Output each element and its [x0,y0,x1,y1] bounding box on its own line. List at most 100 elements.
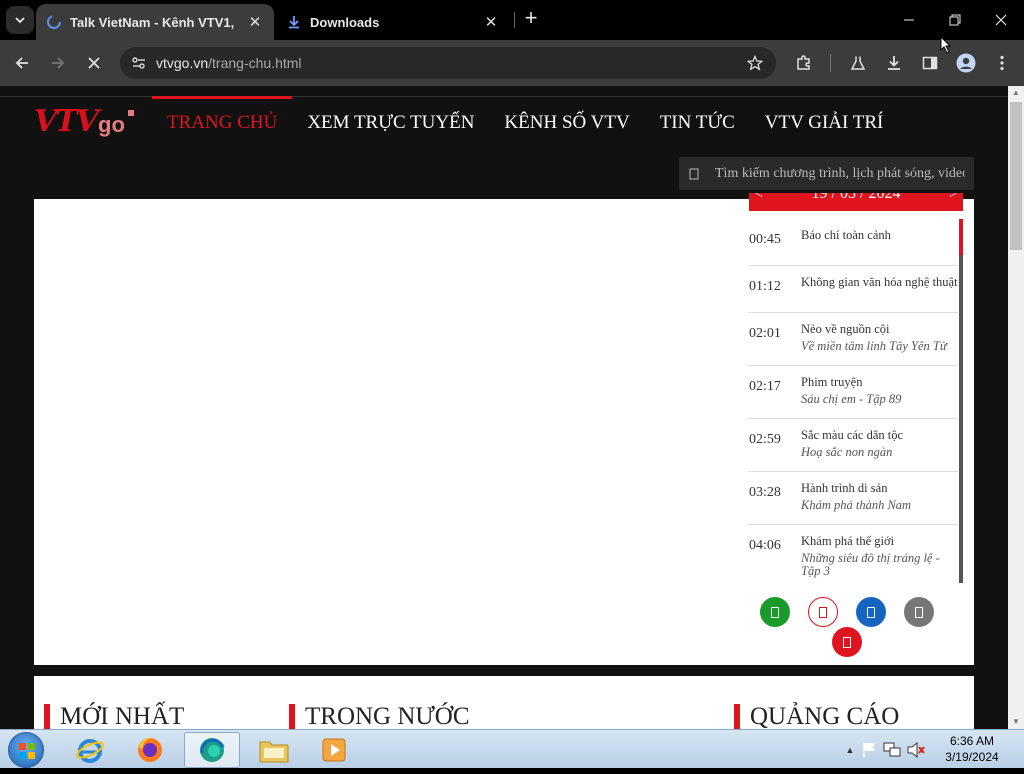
tab-separator [514,12,515,28]
nav-item-tin-tuc[interactable]: TIN TỨC [645,96,750,146]
site-header: VTV go TRANG CHỦ XEM TRỰC TUYẾN KÊNH SỐ … [0,86,1008,198]
loading-spinner-icon [46,14,62,30]
browser-tab-strip: Talk VietNam - Kênh VTV1, ✕ Downloads ✕ … [0,0,1024,40]
player-panel: < 19 / 03 / 2024 > 00:45 Báo chí toàn cả… [34,193,974,665]
schedule-next-button[interactable]: > [949,193,957,203]
tray-expand-icon[interactable]: ▲ [840,745,860,755]
taskbar-firefox[interactable] [122,732,178,768]
system-tray: ▲ [840,730,926,769]
windows-logo-icon [19,743,35,759]
edge-icon [200,738,225,762]
media-player-icon [322,738,346,762]
schedule-scroll-thumb[interactable] [959,219,963,255]
close-tab-icon[interactable]: ✕ [482,13,500,31]
schedule-scrollbar[interactable] [959,219,963,583]
back-button[interactable] [8,49,36,77]
section-title-trong-nuoc[interactable]: TRONG NƯỚC [289,704,470,729]
internet-explorer-icon [76,739,104,763]
share-red-button[interactable] [832,627,862,657]
download-icon [286,14,302,30]
schedule-time: 01:12 [749,279,781,294]
new-tab-button[interactable]: + [520,7,542,30]
search-input[interactable] [715,165,965,182]
schedule-item[interactable]: 02:59 Sắc màu các dân tộc Hoạ sắc non ng… [748,419,958,472]
menu-button[interactable] [988,49,1016,77]
scroll-up-icon[interactable]: ▲ [1008,86,1024,100]
stop-button[interactable] [80,49,108,77]
close-tab-icon[interactable]: ✕ [246,13,264,31]
schedule-item[interactable]: 03:28 Hành trình di sản Khám phá thành N… [748,472,958,525]
vtvgo-logo[interactable]: VTV go [34,104,140,140]
forward-button[interactable] [44,49,72,77]
address-bar[interactable]: vtvgo.vn/trang-chu.html [120,47,776,79]
site-settings-icon[interactable] [124,48,154,78]
schedule-item[interactable]: 01:12 Không gian văn hóa nghệ thuật [748,266,958,313]
share-outline-red-button[interactable] [808,597,838,627]
taskbar-media-player[interactable] [306,732,362,768]
schedule-time: 02:59 [749,432,781,447]
schedule-date: 19 / 03 / 2024 [811,193,901,202]
share-blue-button[interactable] [856,597,886,627]
schedule-item[interactable]: 04:06 Khám phá thế giới Những siêu đô th… [748,525,958,583]
section-title-moi-nhat[interactable]: MỚI NHẤT [44,704,184,729]
tab-downloads[interactable]: Downloads ✕ [276,4,510,40]
flask-icon [850,56,866,70]
schedule-time: 04:06 [749,538,781,553]
nav-item-vtv-giai-tri[interactable]: VTV GIẢI TRÍ [750,96,899,146]
kebab-menu-icon [1000,55,1004,71]
schedule-item[interactable]: 02:01 Nẻo về nguồn cội Về miền tâm linh … [748,313,958,366]
taskbar-clock[interactable]: 6:36 AM 3/19/2024 [930,733,1014,765]
browser-toolbar: vtvgo.vn/trang-chu.html [0,40,1024,86]
schedule-episode: Khám phá thành Nam [801,498,912,512]
page-scrollbar[interactable]: ▲ ▼ [1008,86,1024,729]
scroll-down-icon[interactable]: ▼ [1008,715,1024,729]
nav-item-kenh-so-vtv[interactable]: KÊNH SỐ VTV [489,96,644,146]
tab-search-button[interactable] [6,6,34,34]
start-button[interactable] [8,732,44,768]
schedule-program: Không gian văn hóa nghệ thuật [801,275,958,289]
taskbar-file-explorer[interactable] [246,732,302,768]
schedule-program: Sắc màu các dân tộc [801,428,904,442]
labs-button[interactable] [844,49,872,77]
schedule-time: 02:01 [749,326,781,341]
schedule-time: 03:28 [749,485,781,500]
schedule-program: Hành trình di sản [801,481,888,495]
schedule-program: Khám phá thế giới [801,534,895,548]
restore-icon [949,14,961,26]
minimize-button[interactable] [886,0,932,40]
schedule-episode: Về miền tâm linh Tây Yên Tử [801,339,947,353]
avatar-icon [956,53,976,73]
volume-muted-icon[interactable] [906,741,926,759]
close-icon [995,14,1007,26]
profile-button[interactable] [952,49,980,77]
tab-title: Talk VietNam - Kênh VTV1, [70,14,235,30]
page-viewport: VTV go TRANG CHỦ XEM TRỰC TUYẾN KÊNH SỐ … [0,86,1008,729]
restore-button[interactable] [932,0,978,40]
schedule-item[interactable]: 00:45 Báo chí toàn cảnh [748,219,958,266]
logo-main-text: VTV [34,104,99,139]
network-icon[interactable] [882,741,902,759]
news-panel: MỚI NHẤT TRONG NƯỚC QUẢNG CÁO [34,676,974,729]
tab-vtvgo[interactable]: Talk VietNam - Kênh VTV1, ✕ [36,4,274,40]
clock-date: 3/19/2024 [945,750,999,764]
share-gray-button[interactable] [904,597,934,627]
search-icon[interactable] [679,157,709,190]
nav-item-xem-truc-tuyen[interactable]: XEM TRỰC TUYẾN [292,96,489,146]
bookmark-star-icon[interactable] [742,50,768,76]
nav-item-trang-chu[interactable]: TRANG CHỦ [152,96,293,146]
url-path: /trang-chu.html [208,55,302,71]
schedule-episode: Hoạ sắc non ngàn [801,445,893,459]
extensions-button[interactable] [790,49,818,77]
taskbar-edge[interactable] [184,732,240,768]
close-window-button[interactable] [978,0,1024,40]
share-green-button[interactable] [760,597,790,627]
action-center-flag-icon[interactable] [860,741,878,759]
schedule-item[interactable]: 02:17 Phim truyện Sáu chị em - Tập 89 [748,366,958,419]
page-scroll-thumb[interactable] [1010,102,1022,250]
taskbar-internet-explorer[interactable] [62,732,118,768]
main-nav: TRANG CHỦ XEM TRỰC TUYẾN KÊNH SỐ VTV TIN… [152,96,898,146]
downloads-button[interactable] [880,49,908,77]
schedule-program: Phim truyện [801,375,863,389]
site-search [679,157,974,190]
url-text: vtvgo.vn/trang-chu.html [156,55,302,71]
